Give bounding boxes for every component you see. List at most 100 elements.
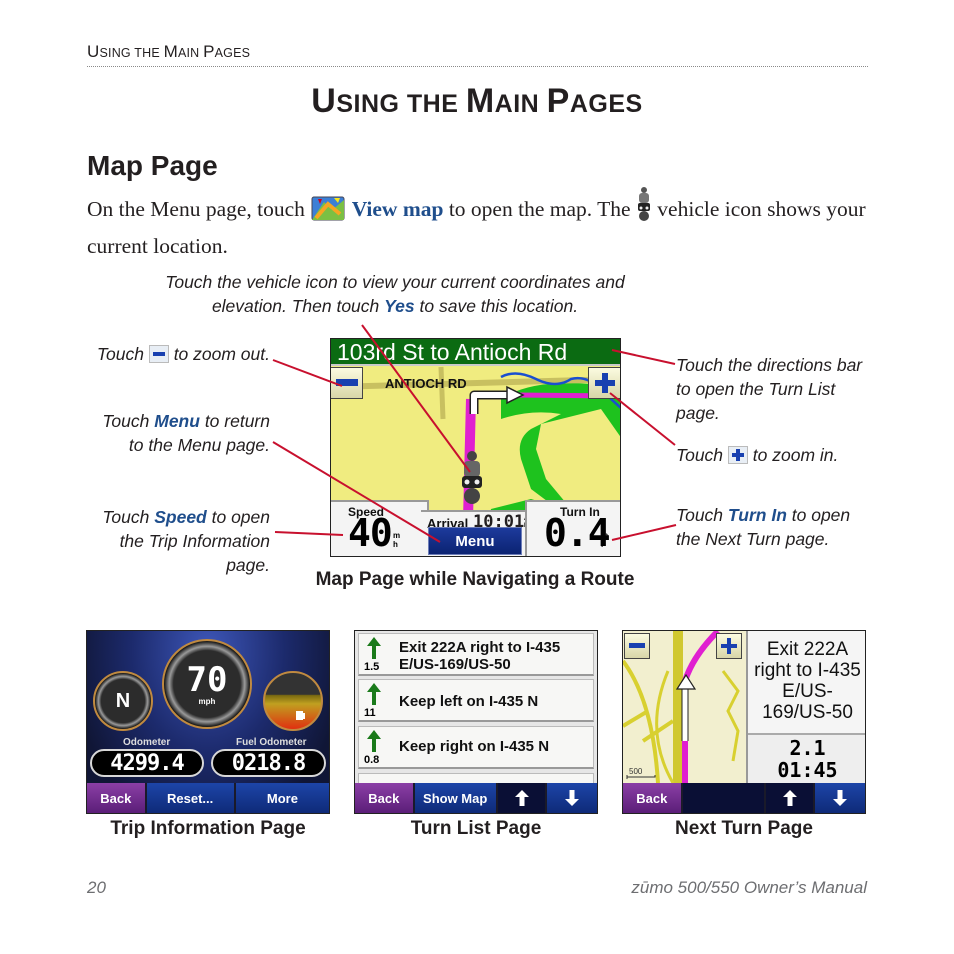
speed-value: 40 — [348, 511, 393, 555]
menu-button[interactable]: Menu — [428, 527, 522, 555]
back-button[interactable]: Back — [355, 783, 415, 813]
reset-button[interactable]: Reset... — [146, 783, 236, 813]
header-divider — [87, 66, 868, 67]
arrow-up-icon — [782, 790, 797, 806]
plus-icon — [594, 373, 615, 393]
callout-text: to zoom in. — [747, 445, 839, 465]
callout-text: Touch — [676, 505, 728, 525]
turn-list-item[interactable]: 11 Keep left on I-435 N — [358, 679, 594, 722]
callout-keyword-yes: Yes — [384, 296, 415, 316]
page-title-cap: U — [311, 82, 337, 120]
road-label: ANTIOCH RD — [385, 376, 467, 391]
manual-title: zūmo 500/550 Owner’s Manual — [631, 878, 867, 897]
zoom-out-button[interactable] — [624, 633, 650, 659]
section-title: Map Page — [87, 150, 218, 181]
running-header-cap: P — [203, 42, 215, 61]
motorcycle-vehicle-icon — [636, 186, 652, 231]
view-map-link[interactable]: View map — [352, 197, 444, 221]
callout-line-directions — [611, 349, 676, 365]
turn-text: Keep right on I-435 N — [399, 738, 550, 755]
plus-icon — [721, 638, 737, 654]
scroll-down-button[interactable] — [815, 783, 865, 813]
running-header-rest: AIN — [177, 46, 204, 60]
arrow-up-icon — [514, 790, 529, 806]
next-turn-map: 500 — [623, 631, 746, 783]
zoom-out-button[interactable] — [331, 367, 363, 399]
zoom-out-icon — [148, 345, 169, 369]
button-bar-spacer — [682, 783, 766, 813]
callout-line-turn-in — [611, 524, 677, 541]
map-scale: 500 — [629, 767, 643, 776]
turn-text: Exit 222A right to I-435 E/US-169/US-50 — [399, 639, 561, 673]
speed-field[interactable]: Speed 40 mh — [331, 500, 429, 556]
fuel-pump-icon — [296, 711, 305, 720]
view-map-icon — [310, 194, 346, 231]
show-map-button[interactable]: Show Map — [414, 783, 498, 813]
intro-paragraph: On the Menu page, touch View map to open… — [87, 186, 877, 262]
minus-icon — [335, 379, 358, 386]
next-turn-time: 01:45 — [777, 758, 838, 782]
back-button[interactable]: Back — [87, 783, 147, 813]
page-title-cap: M — [465, 82, 495, 120]
turn-list-button-bar: Back Show Map — [355, 783, 597, 813]
scroll-up-button[interactable] — [765, 783, 816, 813]
page-number: 20 — [87, 878, 106, 897]
turn-list-screen: 1.5 Exit 222A right to I-435 E/US-169/US-… — [354, 630, 598, 814]
callout-text: to save this location. — [414, 296, 579, 316]
callout-keyword-speed: Speed — [154, 507, 207, 527]
running-header-cap: U — [87, 42, 100, 61]
callout-zoom-in: Touch to zoom in. — [676, 443, 866, 470]
turn-in-field[interactable]: Turn In 0.4 mi — [525, 500, 620, 556]
callout-vehicle: Touch the vehicle icon to view your curr… — [140, 270, 650, 318]
scroll-down-button[interactable] — [547, 783, 597, 813]
minus-icon — [629, 643, 645, 648]
page-title-rest: AGES — [569, 90, 643, 118]
trip-information-screen: N 70 mph Odometer Fuel Odometer 4299.4 0… — [86, 630, 330, 814]
turn-distance: 11 — [364, 707, 376, 719]
arrow-down-icon — [565, 790, 580, 806]
next-turn-distance-time: 2.1 01:45 — [748, 736, 865, 782]
turn-text: Keep left on I-435 N — [399, 693, 539, 710]
zoom-in-button[interactable] — [588, 367, 620, 399]
page-title: USING THE MAIN PAGES — [0, 82, 954, 121]
page-title-rest: AIN — [494, 90, 547, 118]
compass-gauge: N — [93, 671, 153, 731]
callout-keyword-turn-in: Turn In — [727, 505, 787, 525]
page-title-rest: SING THE — [336, 90, 466, 118]
turn-distance: 0.8 — [364, 754, 380, 766]
intro-text: to open the map. The — [448, 197, 631, 221]
callout-keyword-menu: Menu — [154, 411, 200, 431]
callout-text: Touch — [102, 411, 155, 431]
speed-unit: mph — [198, 696, 216, 706]
odometer-label: Odometer — [123, 737, 171, 748]
callout-directions: Touch the directions bar to open the Tur… — [676, 355, 863, 423]
callout-text: Touch — [676, 445, 728, 465]
turn-in-value: 0.4 — [544, 511, 611, 555]
callout-text: Touch — [96, 344, 149, 364]
caption-turn-list: Turn List Page — [410, 818, 542, 839]
caption-trip-information: Trip Information Page — [110, 818, 306, 839]
callout-turn-in: Touch Turn In to open the Next Turn page… — [676, 503, 876, 551]
straight-arrow-icon — [367, 683, 381, 705]
zoom-in-icon — [727, 446, 748, 470]
straight-arrow-icon — [367, 730, 381, 752]
running-header-cap: M — [163, 42, 178, 61]
speed-value: 70 — [186, 659, 228, 700]
directions-bar[interactable]: 103rd St to Antioch Rd — [331, 339, 620, 366]
callout-menu: Touch Menu to return to the Menu page. — [84, 409, 270, 457]
caption-map-page: Map Page while Navigating a Route — [315, 569, 635, 590]
next-turn-button-bar: Back — [623, 783, 865, 813]
scroll-up-button[interactable] — [497, 783, 548, 813]
map-page-screen: 103rd St to Antioch Rd ANTIOCH RD Speed … — [330, 338, 621, 557]
speed-unit: mh — [393, 531, 401, 549]
next-turn-distance: 2.1 — [789, 736, 826, 760]
more-button[interactable]: More — [235, 783, 329, 813]
intro-text: On the Menu page, touch — [87, 197, 305, 221]
back-button[interactable]: Back — [623, 783, 683, 813]
next-turn-screen: 500 Exit 222A right to I-435 E/US-169/US… — [622, 630, 866, 814]
turn-list-item[interactable]: 1.5 Exit 222A right to I-435 E/US-169/US-… — [358, 633, 594, 676]
zoom-in-button[interactable] — [716, 633, 742, 659]
running-header-rest: AGES — [214, 46, 251, 60]
turn-list-item[interactable]: 0.8 Keep right on I-435 N — [358, 726, 594, 769]
running-header: USING THE MAIN PAGES — [87, 42, 250, 62]
